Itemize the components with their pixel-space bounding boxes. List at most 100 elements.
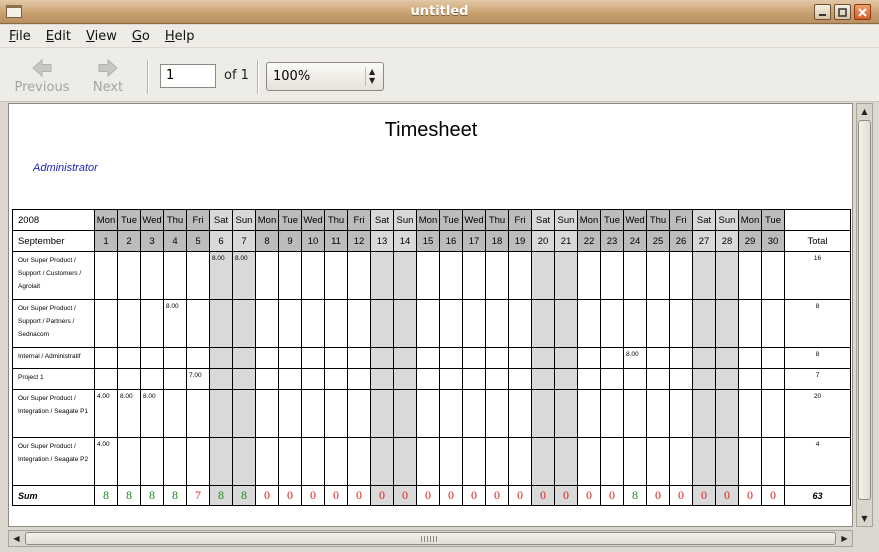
scroll-right-icon[interactable]: ▶ xyxy=(837,531,852,546)
daily-sum: 0 xyxy=(393,485,417,506)
hours-cell xyxy=(485,389,509,438)
hours-cell xyxy=(508,389,532,438)
hours-cell xyxy=(278,368,302,390)
hours-cell xyxy=(646,347,670,369)
weekday-header: Tue xyxy=(117,209,141,231)
close-icon[interactable] xyxy=(854,4,871,20)
hours-cell xyxy=(669,299,693,348)
hours-cell xyxy=(715,299,739,348)
weekday-header: Mon xyxy=(94,209,118,231)
document-user: Administrator xyxy=(33,162,98,174)
hours-cell xyxy=(117,437,141,486)
daily-sum: 0 xyxy=(600,485,624,506)
hours-cell xyxy=(163,437,187,486)
menu-help[interactable]: Help xyxy=(165,29,195,44)
hours-cell xyxy=(623,299,647,348)
weekday-header: Fri xyxy=(669,209,693,231)
hours-cell xyxy=(646,389,670,438)
menu-view[interactable]: View xyxy=(86,29,117,44)
hours-cell xyxy=(324,299,348,348)
hours-cell xyxy=(692,299,716,348)
day-number-header: 25 xyxy=(646,230,670,252)
weekday-header: Thu xyxy=(163,209,187,231)
weekday-header: Mon xyxy=(416,209,440,231)
daily-sum: 8 xyxy=(117,485,141,506)
weekday-header: Wed xyxy=(140,209,164,231)
hours-cell xyxy=(209,368,233,390)
table-row: Our Super Product / Integration / Seagat… xyxy=(12,389,851,438)
day-number-header: 8 xyxy=(255,230,279,252)
minimize-icon[interactable] xyxy=(814,4,831,20)
hours-cell xyxy=(186,299,210,348)
sum-label: Sum xyxy=(12,485,95,506)
menu-edit[interactable]: Edit xyxy=(46,29,71,44)
page-count-label: of 1 xyxy=(224,68,249,83)
hours-cell xyxy=(462,251,486,300)
scroll-left-icon[interactable]: ◀ xyxy=(9,531,24,546)
hours-cell xyxy=(370,299,394,348)
table-row: Our Super Product / Support / Partners /… xyxy=(12,299,851,348)
hours-cell xyxy=(439,389,463,438)
arrow-right-icon xyxy=(98,58,118,78)
weekday-header: Thu xyxy=(485,209,509,231)
hours-cell: 8.00 xyxy=(232,251,256,300)
menu-bar: File Edit View Go Help xyxy=(0,25,879,47)
day-number-header: 26 xyxy=(669,230,693,252)
horizontal-scroll-thumb[interactable] xyxy=(25,532,836,545)
menu-go[interactable]: Go xyxy=(132,29,150,44)
spin-arrows-icon[interactable]: ▲ ▼ xyxy=(365,67,377,86)
weekday-header: Sun xyxy=(232,209,256,231)
hours-cell xyxy=(117,251,141,300)
hours-cell xyxy=(531,251,555,300)
scroll-down-icon[interactable]: ▼ xyxy=(857,511,872,526)
hours-cell xyxy=(301,299,325,348)
hours-cell xyxy=(324,437,348,486)
hours-cell xyxy=(554,251,578,300)
hours-cell xyxy=(669,251,693,300)
horizontal-scrollbar[interactable]: ◀ ▶ xyxy=(8,530,853,547)
hours-cell xyxy=(209,299,233,348)
hours-cell xyxy=(117,368,141,390)
maximize-icon[interactable] xyxy=(834,4,851,20)
weekday-header: Fri xyxy=(186,209,210,231)
scroll-up-icon[interactable]: ▲ xyxy=(857,104,872,119)
hours-cell xyxy=(94,347,118,369)
hours-cell xyxy=(347,347,371,369)
next-button[interactable]: Next xyxy=(75,58,141,95)
window-title: untitled xyxy=(410,4,469,19)
hours-cell xyxy=(255,437,279,486)
hours-cell xyxy=(692,437,716,486)
hours-cell xyxy=(508,437,532,486)
hours-cell xyxy=(255,389,279,438)
hours-cell xyxy=(439,251,463,300)
hours-cell xyxy=(715,389,739,438)
arrow-left-icon xyxy=(32,58,52,78)
row-total: 8 xyxy=(784,347,851,369)
menu-file[interactable]: File xyxy=(9,29,31,44)
document-view[interactable]: Timesheet Administrator 2008 Mon Tue Wed Thu… xyxy=(8,103,853,527)
project-label: Our Super Product / Support / Partners /… xyxy=(12,299,95,348)
previous-button[interactable]: Previous xyxy=(9,58,75,95)
row-total: 16 xyxy=(784,251,851,300)
hours-cell xyxy=(370,251,394,300)
hours-cell: 4.00 xyxy=(94,437,118,486)
zoom-select[interactable]: 100% ▲ ▼ xyxy=(266,62,384,91)
vertical-scrollbar[interactable]: ▲ ▼ xyxy=(856,103,873,527)
hours-cell xyxy=(163,389,187,438)
hours-cell xyxy=(209,437,233,486)
hours-cell xyxy=(301,251,325,300)
day-number-header: 17 xyxy=(462,230,486,252)
project-label: Our Super Product / Integration / Seagat… xyxy=(12,437,95,486)
day-number-header: 27 xyxy=(692,230,716,252)
hours-cell: 8.00 xyxy=(623,347,647,369)
hours-cell xyxy=(186,389,210,438)
hours-cell xyxy=(485,368,509,390)
hours-cell xyxy=(324,389,348,438)
hours-cell xyxy=(416,368,440,390)
page-number-input[interactable]: 1 xyxy=(160,64,216,88)
hours-cell xyxy=(186,437,210,486)
hours-cell xyxy=(600,347,624,369)
weekday-header: Thu xyxy=(646,209,670,231)
vertical-scroll-thumb[interactable] xyxy=(858,120,871,500)
row-total: 7 xyxy=(784,368,851,390)
